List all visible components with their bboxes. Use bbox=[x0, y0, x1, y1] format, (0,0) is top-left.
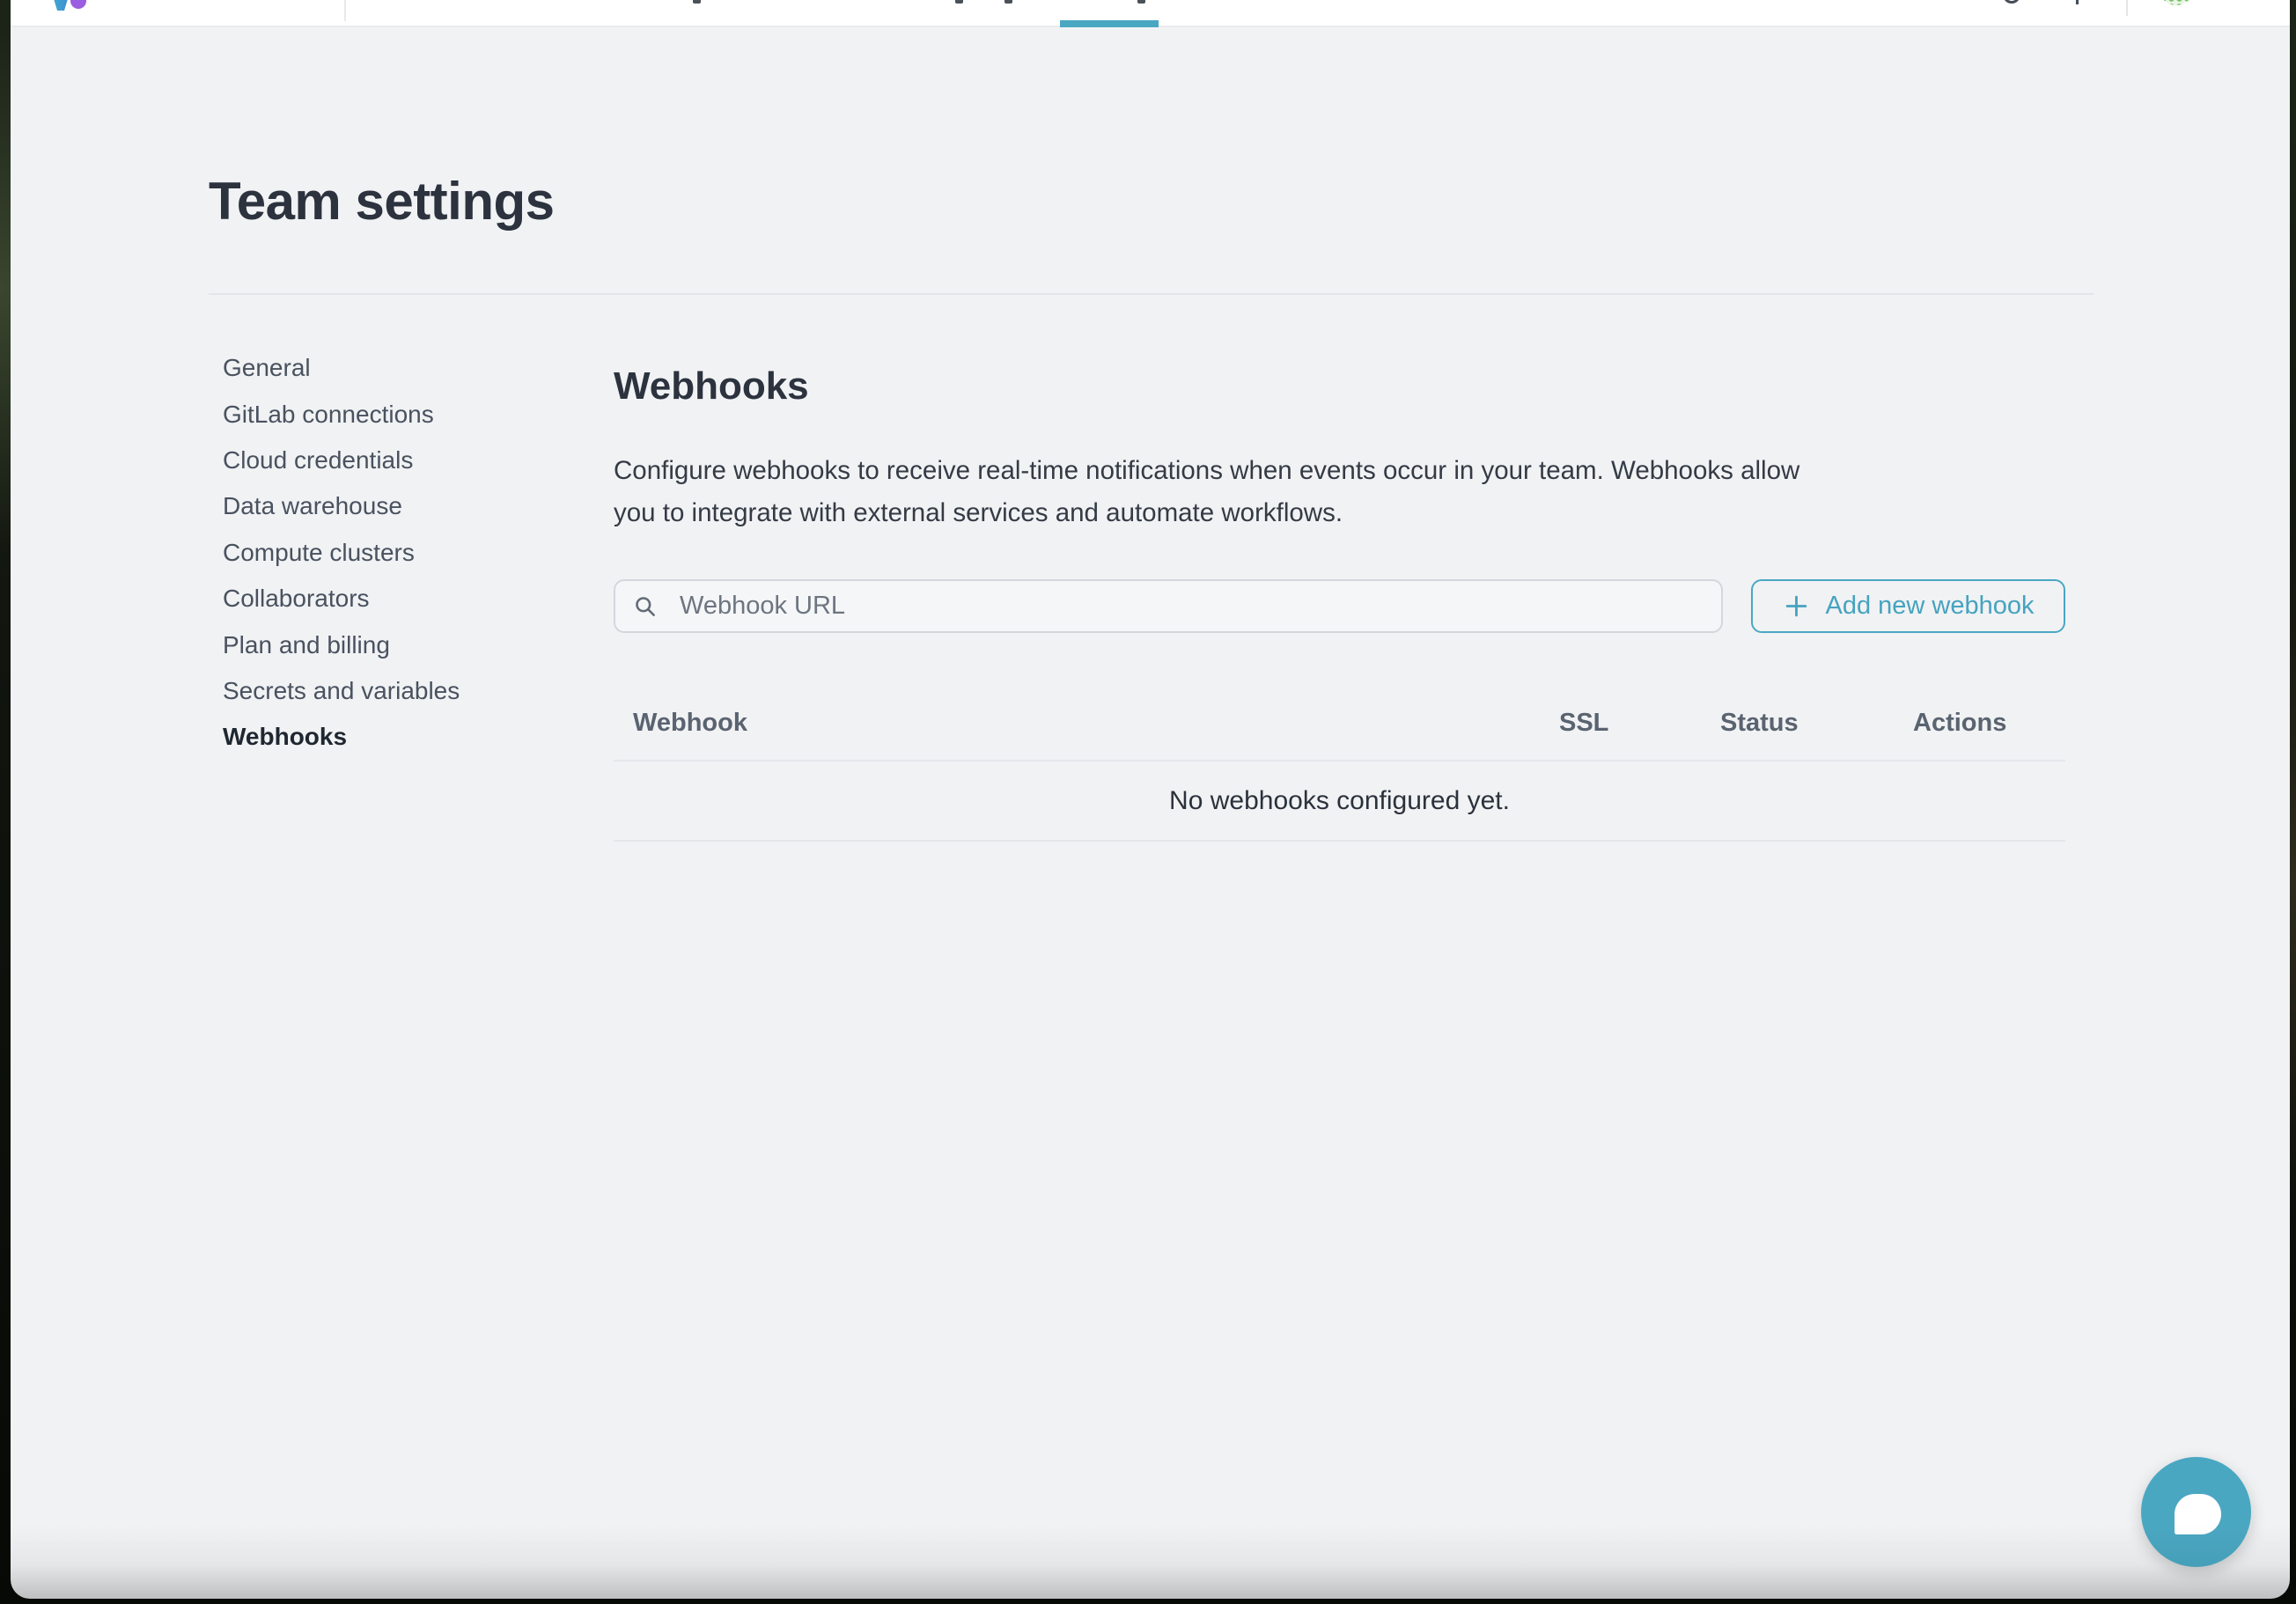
sidebar-item-webhooks[interactable]: Webhooks bbox=[223, 714, 460, 760]
sidebar-item-data-warehouse[interactable]: Data warehouse bbox=[223, 483, 460, 529]
chat-bubble-icon bbox=[2175, 1494, 2221, 1534]
sidebar-item-gitlab-connections[interactable]: GitLab connections bbox=[223, 391, 460, 437]
plus-icon bbox=[1783, 592, 1810, 620]
cut-off-tab-text-fragment[interactable] bbox=[955, 0, 963, 4]
sidebar-item-cloud-credentials[interactable]: Cloud credentials bbox=[223, 438, 460, 483]
column-header-actions: Actions bbox=[1913, 709, 2065, 738]
cut-off-tab-text-fragment[interactable] bbox=[1137, 0, 1145, 4]
description-line: Configure webhooks to receive real-time … bbox=[614, 450, 2093, 492]
cut-off-toolbar-icon[interactable] bbox=[2003, 0, 2020, 4]
search-icon bbox=[633, 594, 657, 618]
cut-off-toolbar-icon[interactable] bbox=[2076, 0, 2079, 4]
settings-sidebar: General GitLab connections Cloud credent… bbox=[223, 345, 460, 761]
sidebar-item-collaborators[interactable]: Collaborators bbox=[223, 576, 460, 622]
window-bottom-shadow bbox=[11, 1524, 2290, 1599]
empty-state-message: No webhooks configured yet. bbox=[1169, 786, 1510, 816]
app-window: Team settings General GitLab connections… bbox=[11, 0, 2290, 1599]
section-title: Webhooks bbox=[614, 364, 809, 408]
webhooks-table-header: Webhook SSL Status Actions bbox=[614, 687, 2065, 760]
cut-off-tab-text-fragment[interactable] bbox=[693, 0, 701, 4]
webhook-search-box[interactable] bbox=[614, 579, 1723, 633]
chat-widget-button[interactable] bbox=[2141, 1457, 2251, 1567]
topbar-divider-right bbox=[2126, 0, 2128, 16]
section-description: Configure webhooks to receive real-time … bbox=[614, 450, 2093, 534]
sidebar-item-plan-and-billing[interactable]: Plan and billing bbox=[223, 622, 460, 667]
sidebar-item-general[interactable]: General bbox=[223, 345, 460, 391]
column-header-ssl: SSL bbox=[1559, 709, 1720, 738]
description-line: you to integrate with external services … bbox=[614, 492, 2093, 534]
topbar-divider-left bbox=[344, 0, 346, 21]
sidebar-item-compute-clusters[interactable]: Compute clusters bbox=[223, 530, 460, 576]
add-new-webhook-label: Add new webhook bbox=[1826, 592, 2035, 621]
active-tab-indicator[interactable] bbox=[1060, 20, 1159, 27]
user-avatar[interactable] bbox=[2159, 0, 2194, 5]
empty-state-row: No webhooks configured yet. bbox=[614, 760, 2065, 842]
webhook-search-input[interactable] bbox=[678, 591, 1721, 622]
column-header-status: Status bbox=[1720, 709, 1913, 738]
add-new-webhook-button[interactable]: Add new webhook bbox=[1751, 579, 2065, 633]
page-title: Team settings bbox=[209, 171, 555, 232]
webhooks-controls: Add new webhook bbox=[614, 579, 2065, 633]
webhooks-section: Webhooks Configure webhooks to receive r… bbox=[614, 0, 2065, 880]
sidebar-item-secrets-and-variables[interactable]: Secrets and variables bbox=[223, 668, 460, 714]
top-navigation-bar bbox=[11, 0, 2290, 27]
app-logo-icon[interactable] bbox=[46, 0, 86, 12]
cut-off-tab-text-fragment[interactable] bbox=[1004, 0, 1012, 4]
column-header-webhook: Webhook bbox=[614, 709, 1559, 738]
